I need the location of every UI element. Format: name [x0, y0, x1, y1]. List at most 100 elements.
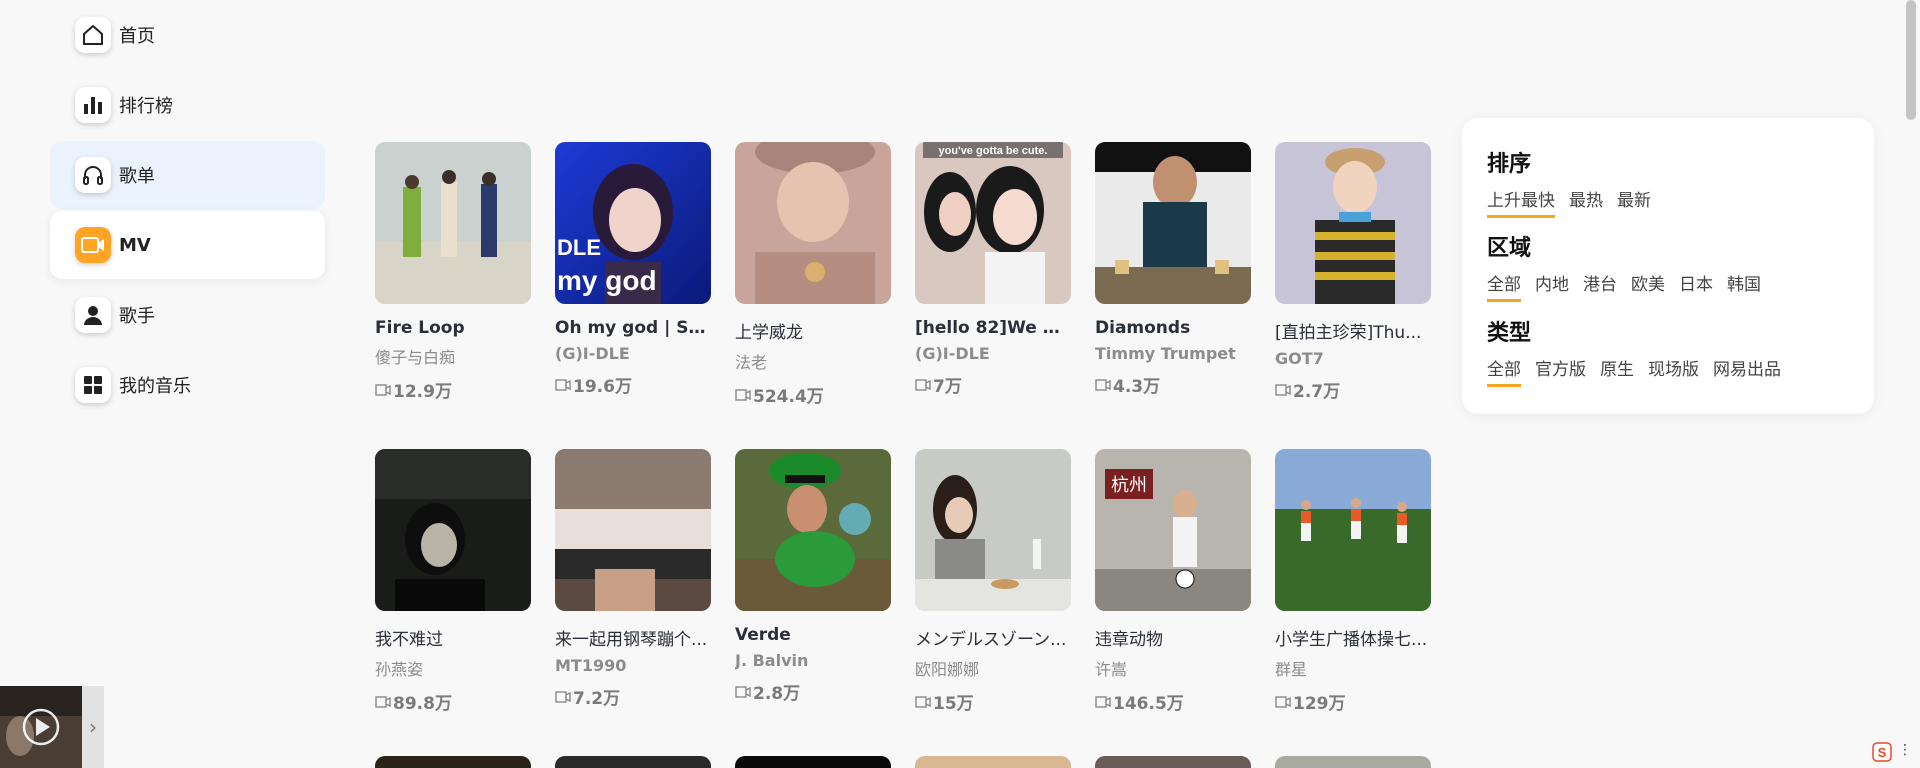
mv-title[interactable]: 小学生广播体操七... [1275, 625, 1431, 650]
mv-thumbnail[interactable] [375, 449, 531, 611]
mv-card[interactable]: 我不难过 孙燕姿 89.8万 [375, 449, 531, 739]
region-option[interactable]: 港台 [1583, 270, 1617, 302]
nav-label-home: 首页 [119, 26, 155, 47]
mv-thumbnail[interactable]: you've gotta be cute. [915, 142, 1071, 304]
mv-thumbnail[interactable]: 杭州 [1095, 449, 1251, 611]
thumb-overlay-text: 杭州 [1111, 475, 1147, 496]
mv-plays-count: 7.2万 [573, 689, 621, 709]
mv-title[interactable]: Oh my god | SBS... [555, 318, 711, 338]
mv-thumbnail[interactable] [735, 142, 891, 304]
mv-title[interactable]: Fire Loop [375, 318, 531, 338]
mv-card[interactable]: you've gotta be cute. [hello 82]We as...… [915, 142, 1071, 432]
mv-card[interactable]: [直拍主珍荣]Thu... GOT7 2.7万 [1275, 142, 1431, 432]
mv-title[interactable]: Verde [735, 625, 891, 645]
mv-thumbnail-partial[interactable] [735, 756, 891, 768]
region-option[interactable]: 内地 [1535, 270, 1569, 302]
mv-thumbnail[interactable] [375, 142, 531, 304]
nav-item-mv[interactable]: MV [50, 211, 325, 279]
mv-card[interactable]: 上学威龙 法老 524.4万 [735, 142, 891, 432]
mv-artist[interactable]: 孙燕姿 [375, 656, 531, 680]
mv-artist[interactable]: J. Balvin [735, 651, 891, 670]
mv-thumbnail[interactable] [1275, 142, 1431, 304]
type-option[interactable]: 全部 [1487, 355, 1521, 387]
mv-card[interactable]: DLE my god Oh my god | SBS... (G)I-DLE 19… [555, 142, 711, 432]
nav-label-my-music: 我的音乐 [119, 376, 191, 397]
mv-plays: 129万 [1275, 689, 1431, 714]
mv-thumbnail[interactable] [555, 449, 711, 611]
mv-card[interactable]: 来一起用钢琴蹦个... MT1990 7.2万 [555, 449, 711, 739]
nav-label-mv: MV [119, 234, 151, 256]
mv-thumbnail-partial[interactable] [915, 756, 1071, 768]
mv-card[interactable]: Fire Loop 傻子与白痴 12.9万 [375, 142, 531, 432]
expand-player-button[interactable]: › [82, 686, 104, 768]
mv-plays-count: 146.5万 [1113, 694, 1184, 714]
mv-card[interactable]: 小学生广播体操七... 群星 129万 [1275, 449, 1431, 739]
input-method-icon[interactable]: S [1872, 742, 1892, 762]
sort-heading: 排序 [1487, 152, 1532, 177]
mv-thumbnail-partial[interactable] [1275, 756, 1431, 768]
more-icon[interactable]: ⋮ [1898, 742, 1912, 758]
scrollbar-thumb[interactable] [1906, 0, 1916, 120]
mv-artist[interactable]: 傻子与白痴 [375, 344, 531, 368]
mv-thumbnail-partial[interactable] [375, 756, 531, 768]
video-count-icon [735, 388, 751, 401]
nav-label-playlists: 歌单 [119, 166, 155, 187]
type-option[interactable]: 官方版 [1535, 355, 1586, 387]
mv-thumbnail[interactable]: DLE my god [555, 142, 711, 304]
video-count-icon [915, 695, 931, 708]
mv-thumbnail[interactable] [1275, 449, 1431, 611]
mv-card[interactable]: メンデルスゾーン... 欧阳娜娜 15万 [915, 449, 1071, 739]
mv-artist[interactable]: Timmy Trumpet [1095, 344, 1251, 363]
mv-artist[interactable]: (G)I-DLE [915, 344, 1071, 363]
filter-panel: 排序 上升最快 最热 最新 区域 全部 内地 港台 欧美 日本 韩国 类型 全部… [1462, 118, 1874, 414]
region-heading: 区域 [1487, 236, 1532, 261]
mini-player-cover[interactable] [0, 686, 82, 768]
mv-thumbnail[interactable] [1095, 142, 1251, 304]
nav-item-playlists[interactable]: 歌单 [50, 141, 325, 209]
region-option[interactable]: 韩国 [1727, 270, 1761, 302]
nav-item-home[interactable]: 首页 [50, 1, 325, 69]
mv-card[interactable]: 杭州 违章动物 许嵩 146.5万 [1095, 449, 1251, 739]
mv-plays-count: 2.8万 [753, 684, 801, 704]
video-count-icon [1275, 695, 1291, 708]
mv-artist[interactable]: 群星 [1275, 656, 1431, 680]
video-count-icon [1275, 383, 1291, 396]
mv-thumbnail[interactable] [735, 449, 891, 611]
mv-title[interactable]: 违章动物 [1095, 625, 1251, 650]
sort-option[interactable]: 最新 [1617, 186, 1651, 218]
home-icon [75, 17, 111, 53]
mv-artist[interactable]: 欧阳娜娜 [915, 656, 1071, 680]
thumb-overlay-text: you've gotta be cute. [939, 145, 1048, 157]
mv-card[interactable]: Diamonds Timmy Trumpet 4.3万 [1095, 142, 1251, 432]
headphones-icon [75, 157, 111, 193]
mv-thumbnail-partial[interactable] [555, 756, 711, 768]
nav-item-artists[interactable]: 歌手 [50, 281, 325, 349]
mv-artist[interactable]: GOT7 [1275, 349, 1431, 368]
mv-title[interactable]: 来一起用钢琴蹦个... [555, 625, 711, 650]
mv-title[interactable]: [hello 82]We as... [915, 318, 1071, 338]
region-option[interactable]: 全部 [1487, 270, 1521, 302]
mv-title[interactable]: メンデルスゾーン... [915, 625, 1071, 650]
type-option[interactable]: 现场版 [1648, 355, 1699, 387]
mv-thumbnail-partial[interactable] [1095, 756, 1251, 768]
mv-title[interactable]: [直拍主珍荣]Thu... [1275, 318, 1431, 343]
mv-artist[interactable]: (G)I-DLE [555, 344, 711, 363]
sort-options: 上升最快 最热 最新 [1487, 186, 1651, 218]
type-option[interactable]: 网易出品 [1713, 355, 1781, 387]
type-option[interactable]: 原生 [1600, 355, 1634, 387]
mv-artist[interactable]: MT1990 [555, 656, 711, 675]
mv-title[interactable]: 上学威龙 [735, 318, 891, 343]
mv-thumbnail[interactable] [915, 449, 1071, 611]
mv-card[interactable]: Verde J. Balvin 2.8万 [735, 449, 891, 739]
nav-item-my-music[interactable]: 我的音乐 [50, 351, 325, 419]
mv-title[interactable]: Diamonds [1095, 318, 1251, 338]
region-option[interactable]: 日本 [1679, 270, 1713, 302]
sort-option[interactable]: 最热 [1569, 186, 1603, 218]
region-option[interactable]: 欧美 [1631, 270, 1665, 302]
mv-title[interactable]: 我不难过 [375, 625, 531, 650]
nav-item-charts[interactable]: 排行榜 [50, 71, 325, 139]
mv-artist[interactable]: 许嵩 [1095, 656, 1251, 680]
mv-artist[interactable]: 法老 [735, 349, 891, 373]
sort-option[interactable]: 上升最快 [1487, 186, 1555, 218]
bar-chart-icon [75, 87, 111, 123]
